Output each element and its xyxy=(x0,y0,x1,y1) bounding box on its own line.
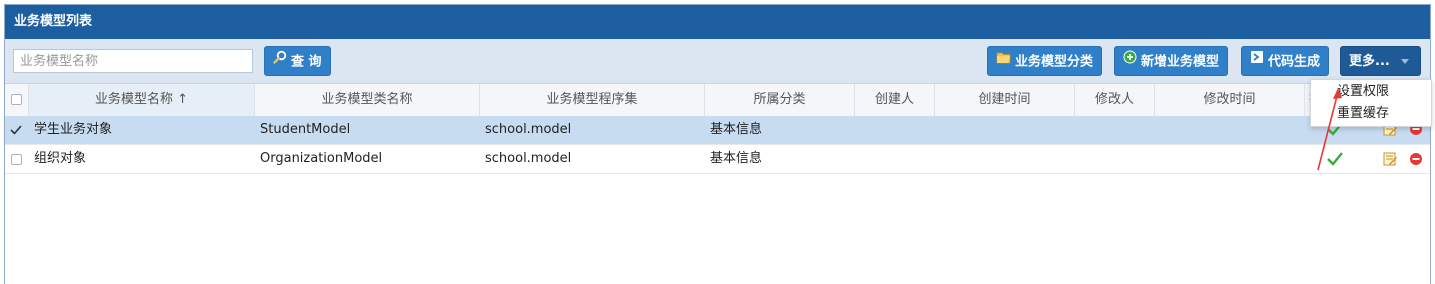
code-generate-label: 代码生成 xyxy=(1268,54,1321,70)
select-all-cell xyxy=(5,84,29,116)
panel-title: 业务模型列表 xyxy=(5,5,1430,39)
menu-item-reset-cache[interactable]: 重置缓存 xyxy=(1337,103,1389,125)
business-model-panel: 业务模型列表 查 询 业务模型分类 新增业务模型 代码生成 更多... xyxy=(4,4,1431,284)
more-button-label: 更多... xyxy=(1349,54,1390,69)
column-header-modified[interactable]: 修改时间 xyxy=(1155,84,1305,116)
column-header-name[interactable]: 业务模型名称 ↑ xyxy=(29,84,255,116)
cell-assembly: school.model xyxy=(485,122,572,137)
add-icon xyxy=(1123,46,1137,76)
row-checkbox[interactable] xyxy=(10,124,22,135)
code-icon xyxy=(1250,46,1264,76)
column-header-category[interactable]: 所属分类 xyxy=(705,84,855,116)
table-row[interactable]: 组织对象 OrganizationModel school.model 基本信息 xyxy=(5,145,1430,174)
column-header-created[interactable]: 创建时间 xyxy=(935,84,1075,116)
table-row[interactable]: 学生业务对象 StudentModel school.model 基本信息 xyxy=(5,116,1430,145)
add-model-label: 新增业务模型 xyxy=(1141,54,1220,70)
search-icon xyxy=(273,46,287,76)
add-model-button[interactable]: 新增业务模型 xyxy=(1114,46,1229,76)
cell-category: 基本信息 xyxy=(710,151,763,166)
query-button-label: 查 询 xyxy=(291,54,322,70)
edit-icon[interactable] xyxy=(1383,152,1397,170)
column-header-assembly[interactable]: 业务模型程序集 xyxy=(480,84,705,116)
column-header-class[interactable]: 业务模型类名称 xyxy=(255,84,480,116)
cell-category: 基本信息 xyxy=(710,122,763,137)
table-header: 业务模型名称 ↑ 业务模型类名称 业务模型程序集 所属分类 创建人 创建时间 修… xyxy=(5,84,1430,117)
model-category-label: 业务模型分类 xyxy=(1015,54,1094,70)
cell-class: StudentModel xyxy=(260,122,351,137)
check-icon xyxy=(10,125,22,135)
select-all-checkbox[interactable] xyxy=(11,94,22,105)
cell-name: 组织对象 xyxy=(34,151,87,166)
cell-name: 学生业务对象 xyxy=(34,122,113,137)
delete-icon[interactable] xyxy=(1409,152,1423,170)
model-category-button[interactable]: 业务模型分类 xyxy=(987,46,1103,76)
toolbar: 查 询 业务模型分类 新增业务模型 代码生成 更多... xyxy=(5,39,1430,84)
menu-item-set-permission[interactable]: 设置权限 xyxy=(1337,81,1389,103)
folder-icon xyxy=(996,46,1011,76)
column-header-modifier[interactable]: 修改人 xyxy=(1075,84,1155,116)
code-generate-button[interactable]: 代码生成 xyxy=(1241,46,1330,76)
cell-class: OrganizationModel xyxy=(260,151,383,166)
more-dropdown-menu: 设置权限 重置缓存 xyxy=(1310,79,1432,127)
cell-assembly: school.model xyxy=(485,151,572,166)
query-button[interactable]: 查 询 xyxy=(264,46,331,76)
row-checkbox[interactable] xyxy=(11,154,22,165)
search-input[interactable] xyxy=(13,49,253,73)
more-button[interactable]: 更多... xyxy=(1340,46,1421,76)
column-header-creator[interactable]: 创建人 xyxy=(855,84,935,116)
enabled-check-icon[interactable] xyxy=(1327,152,1343,170)
